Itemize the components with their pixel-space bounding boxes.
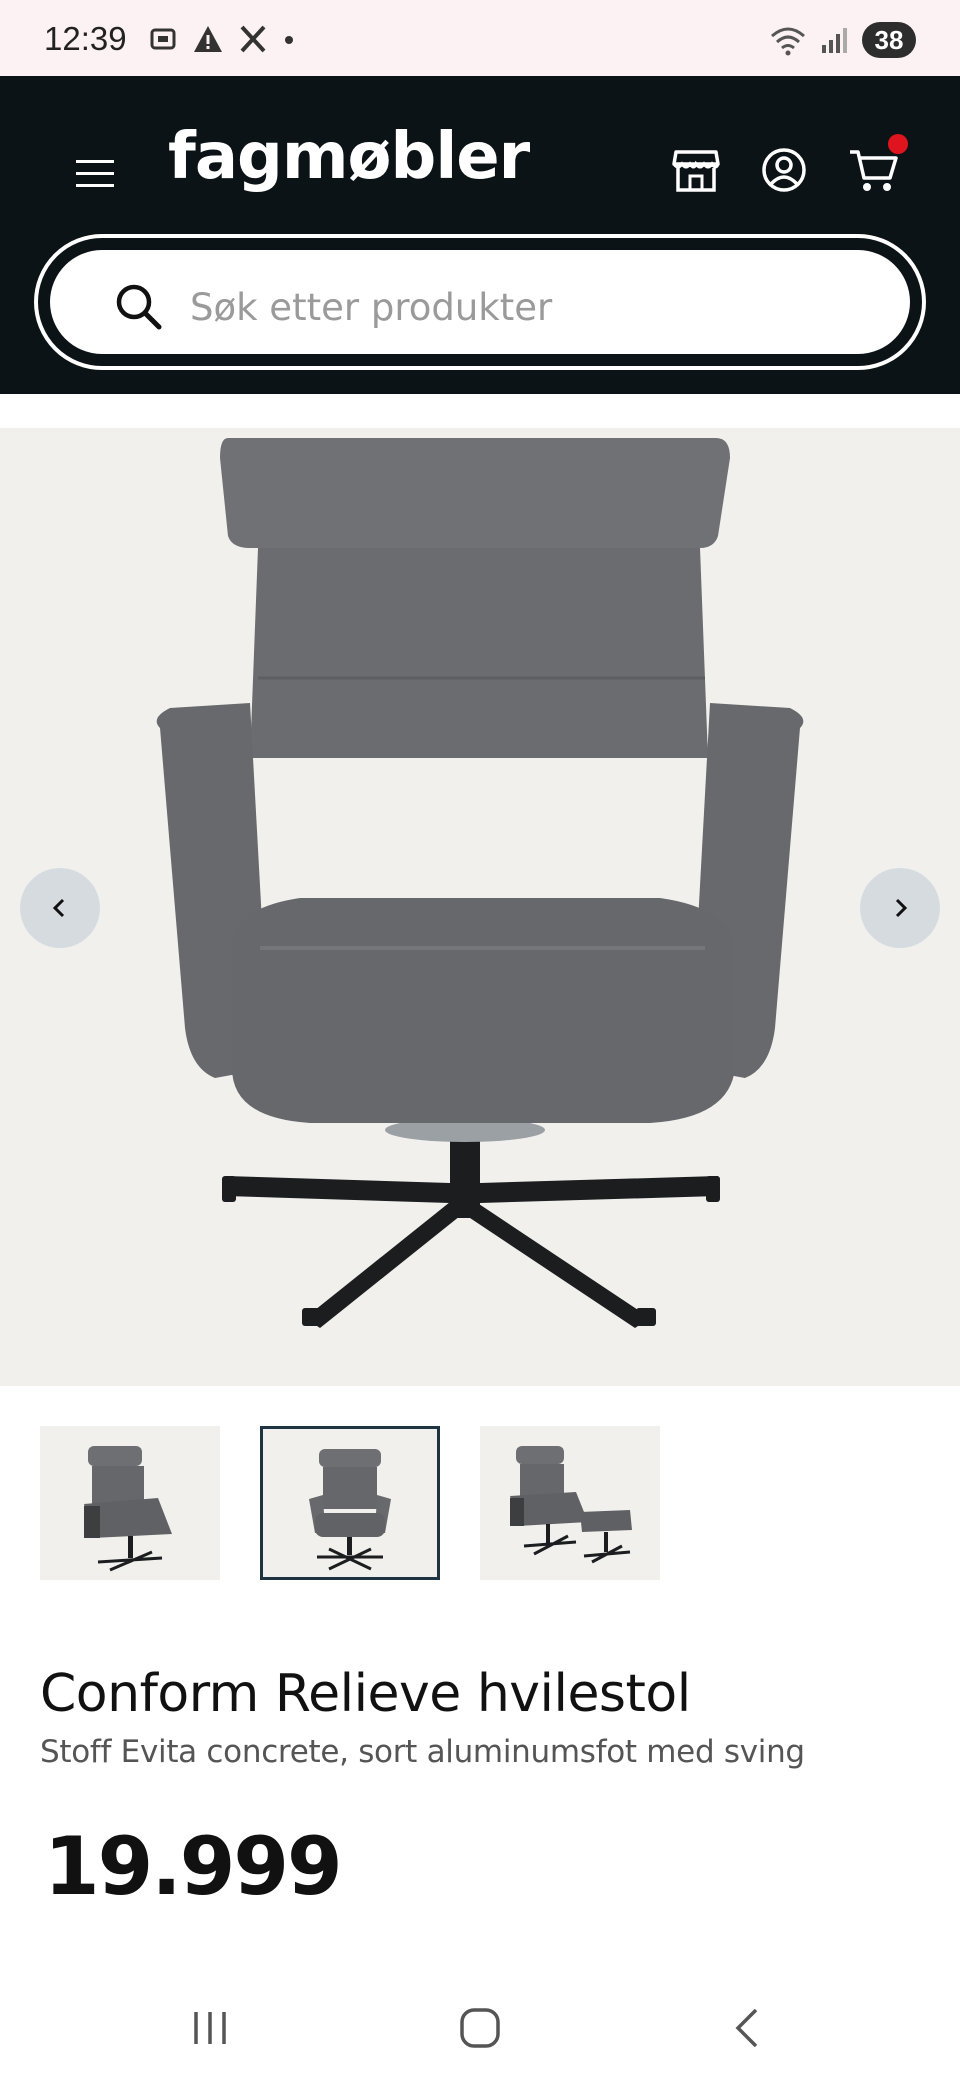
product-image-carousel xyxy=(0,428,960,1386)
cart-badge xyxy=(888,134,908,154)
thumbnail-strip xyxy=(40,1426,660,1580)
x-app-icon xyxy=(240,25,266,53)
status-time: 12:39 xyxy=(44,20,127,57)
store-icon[interactable] xyxy=(668,142,724,198)
screenshot-icon xyxy=(150,28,176,50)
wifi-icon xyxy=(771,27,805,56)
thumbnail-chair-side-view[interactable] xyxy=(40,1426,220,1580)
brand-logo[interactable]: fagmøbler xyxy=(168,120,530,194)
chevron-left-icon xyxy=(52,898,65,918)
carousel-prev-button[interactable] xyxy=(20,868,100,948)
back-icon xyxy=(735,2008,758,2048)
chevron-right-icon xyxy=(895,898,908,918)
status-bar: 12:39 38 xyxy=(0,0,960,76)
warning-icon xyxy=(194,26,222,52)
recent-apps-icon xyxy=(194,2012,226,2044)
status-system-icons: 38 xyxy=(768,22,916,58)
site-header: fagmøbler xyxy=(0,76,960,394)
carousel-next-button[interactable] xyxy=(860,868,940,948)
signal-icon xyxy=(822,28,847,53)
home-icon xyxy=(460,2008,500,2048)
recent-apps-button[interactable] xyxy=(170,1998,250,2058)
thumbnail-chair-with-footstool[interactable] xyxy=(480,1426,660,1580)
search-bar[interactable] xyxy=(34,234,926,370)
thumbnail-chair-front-view[interactable] xyxy=(260,1426,440,1580)
product-price: 19.999 xyxy=(44,1820,343,1913)
system-navigation-bar xyxy=(0,1980,960,2080)
chair-side-thumbnail-image xyxy=(84,1446,172,1572)
hamburger-menu-icon[interactable] xyxy=(70,154,120,194)
search-icon[interactable] xyxy=(112,280,166,334)
chair-footstool-thumbnail-image xyxy=(510,1446,632,1564)
account-icon[interactable] xyxy=(756,142,812,198)
product-title: Conform Relieve hvilestol xyxy=(40,1664,691,1724)
product-subtitle: Stoff Evita concrete, sort aluminumsfot … xyxy=(40,1734,805,1770)
status-notification-icons xyxy=(148,24,296,54)
battery-indicator: 38 xyxy=(862,22,916,58)
chair-front-thumbnail-image xyxy=(309,1449,391,1571)
home-button[interactable] xyxy=(440,1998,520,2058)
search-input[interactable] xyxy=(190,268,850,346)
product-image-chair xyxy=(156,438,804,1328)
dot-icon xyxy=(285,36,293,44)
back-button[interactable] xyxy=(708,1998,788,2058)
